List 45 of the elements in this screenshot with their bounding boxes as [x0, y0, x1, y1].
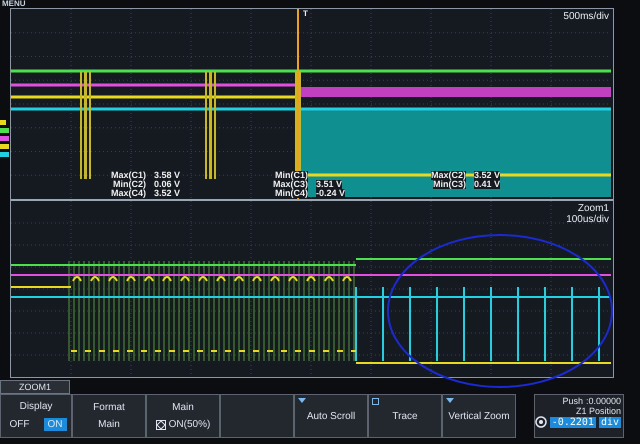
window-icon — [372, 398, 379, 405]
measurement-value: 3.51 V — [316, 180, 342, 189]
measurement-value: 0.41 V — [474, 180, 500, 189]
trigger-marker: T — [303, 9, 308, 18]
zoom-title: Zoom1 — [578, 203, 609, 214]
position-panel[interactable]: Push :0.00000 Z1 Position -0.2201 div — [534, 394, 624, 438]
toggle-option[interactable]: OFF — [6, 418, 34, 431]
measurement-label: Max(C1) — [111, 171, 146, 180]
blank-softkey[interactable] — [220, 394, 294, 438]
menu-label[interactable]: MENU — [2, 0, 26, 8]
measurement-label: Max(C4) — [111, 189, 146, 198]
channel-marker-icon — [0, 152, 9, 157]
channel-marker-icon — [0, 136, 9, 141]
menu-softkey[interactable]: Trace — [368, 394, 442, 438]
knob-icon — [534, 416, 547, 428]
push-value: :0.00000 — [586, 396, 621, 406]
measurement-value: 3.58 V — [154, 171, 180, 180]
triangle-icon — [298, 398, 306, 403]
menu-softkey[interactable]: Auto Scroll — [294, 394, 368, 438]
channel-marker-icon — [0, 120, 6, 125]
position-label: Z1 Position — [576, 406, 621, 416]
measurement-label: Min(C1) — [275, 171, 308, 180]
format-softkey[interactable]: Format Main — [72, 394, 146, 438]
display-softkey[interactable]: Display OFF ON — [0, 394, 72, 438]
timebase-label: 100us/div — [566, 214, 609, 225]
menu-title: ZOOM1 — [0, 380, 70, 394]
push-hint: Push — [562, 396, 583, 406]
measurement-label: Max(C3) — [273, 180, 308, 189]
measurement-label: Min(C2) — [113, 180, 146, 189]
measurement-label: Min(C3) — [433, 180, 466, 189]
measurement-label: Min(C4) — [275, 189, 308, 198]
timebase-label: 500ms/div — [563, 11, 609, 22]
position-value[interactable]: -0.2201 — [550, 416, 596, 428]
main-softkey[interactable]: Main ON(50%) — [146, 394, 220, 438]
measurement-value: -0.24 V — [316, 189, 346, 198]
measurement-value: 0.06 V — [154, 180, 180, 189]
measurement-value: 3.52 V — [154, 189, 180, 198]
channel-marker-icon — [0, 128, 9, 133]
menu-softkey[interactable]: Vertical Zoom — [442, 394, 516, 438]
unit-label: div — [598, 416, 621, 428]
window-icon — [156, 420, 166, 430]
channel-marker-icon — [0, 144, 9, 149]
measurement-label: Max(C2) — [431, 171, 466, 180]
measurement-value: 3.52 V — [474, 171, 500, 180]
triangle-icon — [446, 398, 454, 403]
